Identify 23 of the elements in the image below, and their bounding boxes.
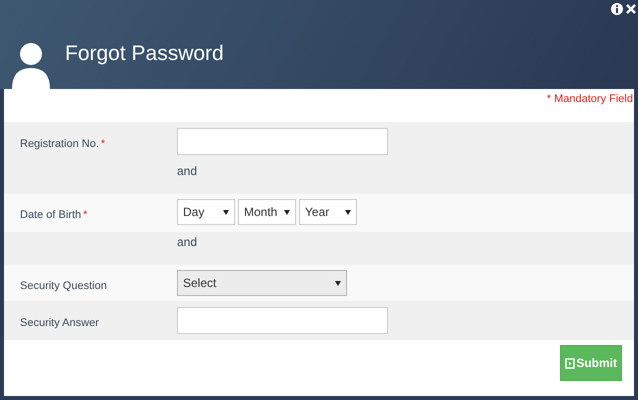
field-label: Registration No. <box>20 137 99 152</box>
caret-icon <box>335 280 341 286</box>
and-text: and <box>177 234 198 251</box>
info-icon[interactable] <box>611 3 623 15</box>
play-square-icon <box>565 358 575 368</box>
dropdown[interactable]: Day <box>177 199 235 225</box>
dropdown[interactable]: Month <box>238 199 296 225</box>
field-label: Security Question <box>20 279 107 294</box>
field-label: Date of Birth <box>20 208 82 223</box>
required-mark: * <box>83 208 88 223</box>
dropdown[interactable]: Year <box>299 199 357 225</box>
caret-icon <box>345 209 351 215</box>
required-mark: * <box>100 137 106 152</box>
mandatory-note: * Mandatory Field <box>546 92 633 107</box>
text-field[interactable] <box>177 128 388 155</box>
and-text: and <box>177 163 198 180</box>
caret-icon <box>284 209 290 215</box>
security-question-dropdown[interactable]: Select <box>177 270 347 296</box>
dialog-title: Forgot Password <box>65 40 224 66</box>
close-icon[interactable] <box>626 4 636 14</box>
field-label: Security Answer <box>20 316 99 331</box>
caret-icon <box>223 209 229 215</box>
text-field[interactable] <box>177 307 388 334</box>
